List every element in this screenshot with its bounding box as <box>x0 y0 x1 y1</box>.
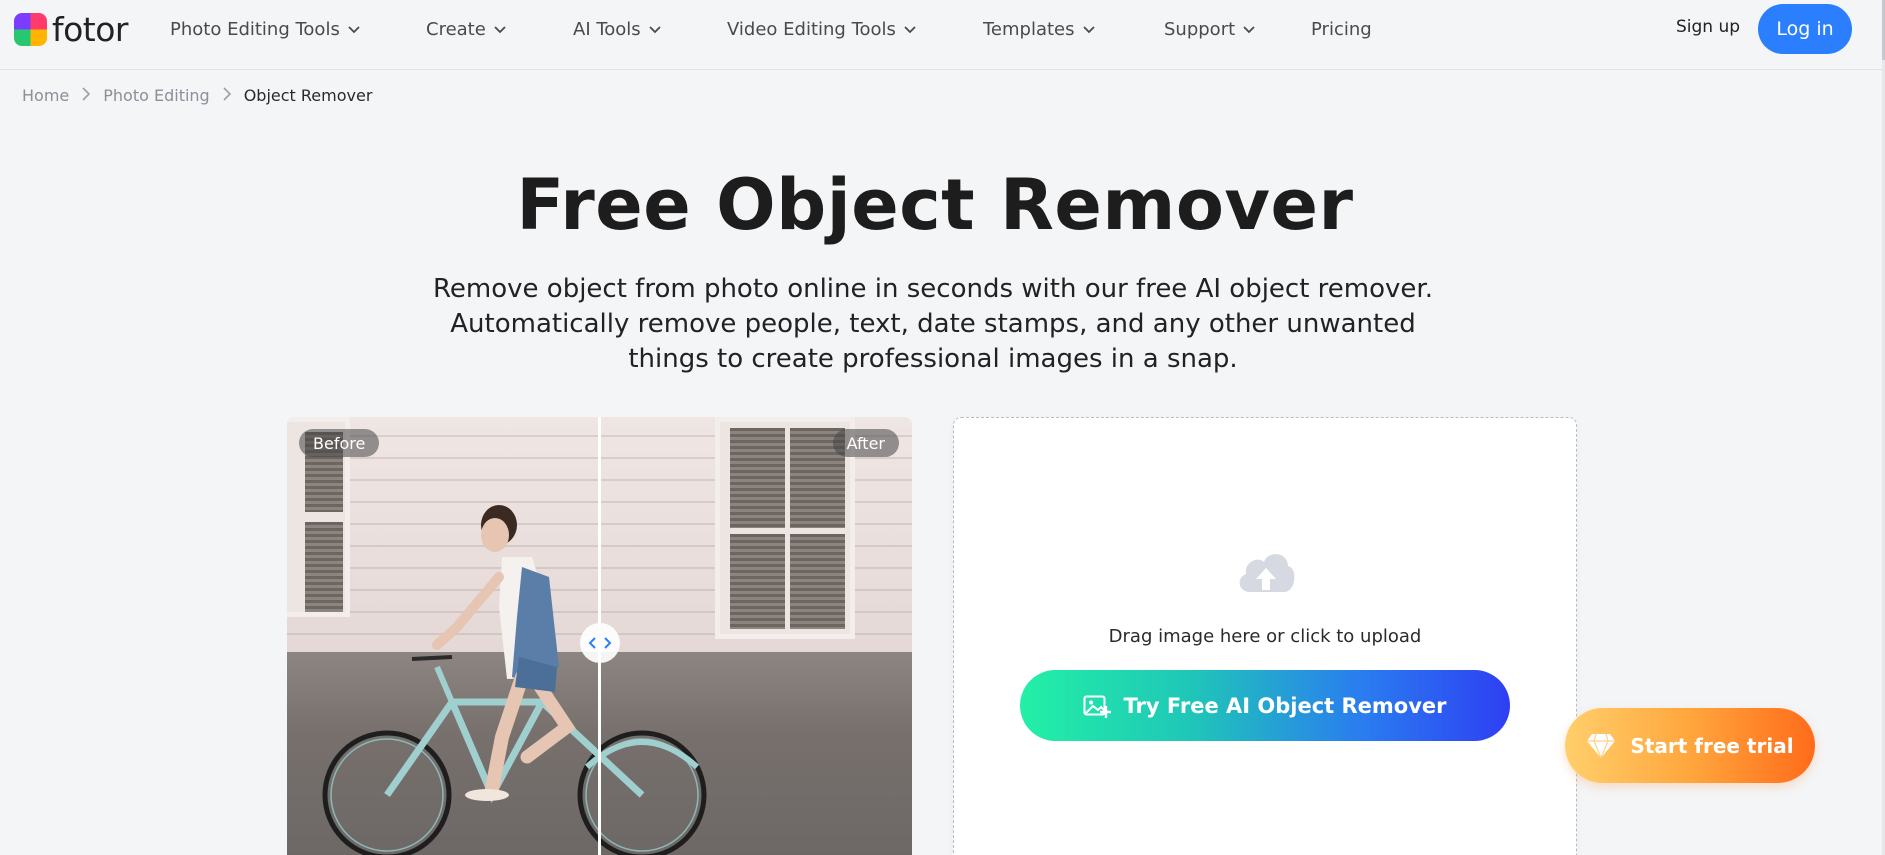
upload-dropzone[interactable]: Drag image here or click to upload Try F… <box>953 417 1577 855</box>
after-badge: After <box>832 429 899 457</box>
before-badge: Before <box>299 429 380 457</box>
chevron-left-right-icon[interactable] <box>580 623 620 663</box>
subtitle-line: Automatically remove people, text, date … <box>450 309 1416 339</box>
subtitle-line: things to create professional images in … <box>628 344 1238 374</box>
nav-video-editing-tools[interactable]: Video Editing Tools <box>727 17 918 41</box>
chevron-down-icon <box>647 21 663 37</box>
chevron-down-icon <box>1081 21 1097 37</box>
chevron-down-icon <box>1241 21 1257 37</box>
top-navigation: fotor Photo Editing Tools Create AI Tool… <box>0 0 1885 70</box>
try-object-remover-button[interactable]: Try Free AI Object Remover <box>1020 670 1510 741</box>
nav-create[interactable]: Create <box>426 17 508 41</box>
diamond-icon <box>1586 733 1616 759</box>
trial-label: Start free trial <box>1630 733 1794 758</box>
nav-item-label: Pricing <box>1311 18 1372 40</box>
before-after-comparison[interactable]: Before After <box>287 417 912 855</box>
nav-support[interactable]: Support <box>1164 17 1257 41</box>
breadcrumb-photo-editing[interactable]: Photo Editing <box>103 86 209 105</box>
nav-item-label: Create <box>426 18 486 40</box>
chevron-down-icon <box>346 21 362 37</box>
nav-item-label: Video Editing Tools <box>727 18 896 40</box>
fotor-logo[interactable]: fotor <box>14 10 129 49</box>
nav-item-label: AI Tools <box>573 18 641 40</box>
nav-item-label: Photo Editing Tools <box>170 18 340 40</box>
chevron-down-icon <box>492 21 508 37</box>
upload-instructions: Drag image here or click to upload <box>1108 626 1422 647</box>
nav-photo-editing-tools[interactable]: Photo Editing Tools <box>170 17 362 41</box>
cta-label: Try Free AI Object Remover <box>1123 693 1447 718</box>
subtitle-line: Remove object from photo online in secon… <box>433 274 1433 304</box>
brand-name: fotor <box>52 10 129 49</box>
chevron-right-icon <box>81 86 91 105</box>
breadcrumb: Home Photo Editing Object Remover <box>22 86 372 105</box>
chevron-down-icon <box>902 21 918 37</box>
start-free-trial-button[interactable]: Start free trial <box>1565 708 1815 783</box>
breadcrumb-home[interactable]: Home <box>22 86 69 105</box>
fotor-logo-icon <box>14 13 47 46</box>
nav-pricing[interactable]: Pricing <box>1311 17 1372 41</box>
signup-link[interactable]: Sign up <box>1676 17 1740 37</box>
breadcrumb-current: Object Remover <box>243 86 373 105</box>
nav-templates[interactable]: Templates <box>983 17 1097 41</box>
page-subtitle: Remove object from photo online in secon… <box>372 272 1494 377</box>
page-title: Free Object Remover <box>516 164 1354 246</box>
nav-item-label: Support <box>1164 18 1236 40</box>
image-add-icon <box>1083 693 1112 719</box>
nav-ai-tools[interactable]: AI Tools <box>573 17 663 41</box>
chevron-right-icon <box>222 86 232 105</box>
cloud-upload-icon <box>1234 546 1298 596</box>
login-button[interactable]: Log in <box>1758 4 1852 54</box>
nav-item-label: Templates <box>983 18 1075 40</box>
